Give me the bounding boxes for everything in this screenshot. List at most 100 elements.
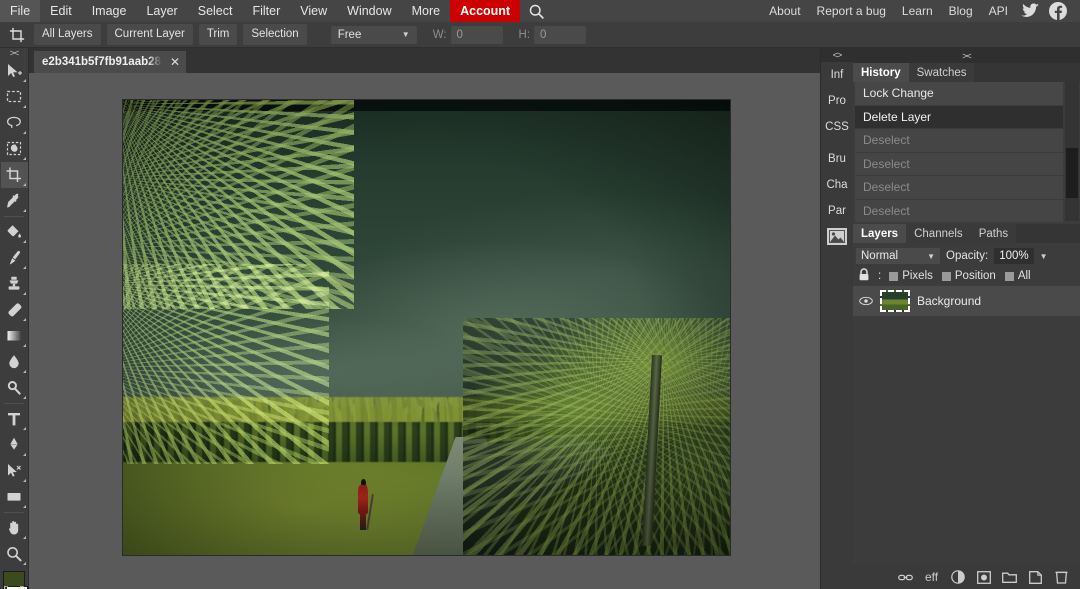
tool-expand-corner[interactable]: [22, 479, 26, 482]
tool-expand-corner[interactable]: [22, 453, 26, 456]
zoom-tool[interactable]: [1, 541, 28, 567]
tool-expand-corner[interactable]: [22, 562, 26, 565]
dodge-tool[interactable]: [1, 375, 28, 401]
opacity-chevron-down-icon[interactable]: ▼: [1040, 252, 1048, 261]
history-item[interactable]: Deselect: [855, 199, 1063, 222]
crop-height-input[interactable]: 0: [534, 25, 587, 44]
history-item[interactable]: Delete Layer: [855, 105, 1063, 128]
dock-tab-paragraph[interactable]: Par: [821, 198, 854, 224]
layer-visibility-eye-icon[interactable]: [859, 296, 873, 306]
tab-swatches[interactable]: Swatches: [908, 63, 975, 82]
eraser-tool[interactable]: [1, 297, 28, 323]
crop-width-field[interactable]: W: 0: [433, 25, 503, 44]
tool-expand-corner[interactable]: [22, 396, 26, 399]
menu-edit[interactable]: Edit: [40, 0, 82, 22]
right-panel-grip[interactable]: ><: [853, 48, 1080, 63]
history-item[interactable]: Deselect: [855, 129, 1063, 152]
layer-name[interactable]: Background: [917, 294, 981, 308]
menu-image[interactable]: Image: [82, 0, 137, 22]
crop-height-field[interactable]: H: 0: [519, 25, 587, 44]
opacity-value[interactable]: 100%: [994, 248, 1034, 264]
history-panel[interactable]: Lock Change Delete Layer Deselect Deselect D…: [853, 82, 1080, 222]
tool-expand-corner[interactable]: [22, 344, 26, 347]
history-item[interactable]: Deselect: [855, 176, 1063, 199]
tool-expand-corner[interactable]: [22, 240, 26, 243]
menu-layer[interactable]: Layer: [136, 0, 187, 22]
tab-layers[interactable]: Layers: [853, 224, 907, 243]
current-layer-button[interactable]: Current Layer: [106, 24, 193, 45]
tab-history[interactable]: History: [853, 63, 909, 82]
paint-bucket-tool[interactable]: [1, 219, 28, 245]
tool-expand-corner[interactable]: [22, 370, 26, 373]
menu-select[interactable]: Select: [188, 0, 243, 22]
menu-window[interactable]: Window: [337, 0, 401, 22]
color-swatches[interactable]: F D: [1, 571, 28, 589]
clone-stamp-tool[interactable]: [1, 271, 28, 297]
lock-position-checkbox[interactable]: Position: [941, 270, 996, 282]
toolbar-grip[interactable]: ><: [0, 48, 28, 58]
tool-expand-corner[interactable]: [22, 183, 26, 186]
lasso-tool[interactable]: [1, 110, 28, 136]
document-canvas-image[interactable]: [123, 100, 730, 555]
tool-expand-corner[interactable]: [22, 505, 26, 508]
tool-expand-corner[interactable]: [22, 536, 26, 539]
tool-expand-corner[interactable]: [22, 209, 26, 212]
menu-more[interactable]: More: [402, 0, 450, 22]
blend-mode-select[interactable]: Normal ▼: [856, 248, 940, 264]
gradient-tool[interactable]: [1, 323, 28, 349]
history-scrollbar-thumb[interactable]: [1066, 148, 1078, 198]
tab-channels[interactable]: Channels: [906, 224, 971, 243]
crop-tool[interactable]: [0, 162, 28, 188]
layer-row[interactable]: Background: [853, 286, 1080, 316]
type-tool[interactable]: [1, 406, 28, 432]
adjustment-layer-icon[interactable]: [950, 570, 965, 585]
menu-file[interactable]: File: [0, 0, 41, 22]
all-layers-button[interactable]: All Layers: [34, 24, 101, 45]
history-item[interactable]: Deselect: [855, 152, 1063, 175]
dock-tab-info[interactable]: Inf: [821, 62, 854, 88]
dock-tab-brushes[interactable]: Bru: [821, 146, 854, 172]
history-scrollbar[interactable]: [1065, 82, 1079, 221]
facebook-icon[interactable]: [1044, 2, 1072, 20]
checkbox-box[interactable]: [1004, 271, 1014, 281]
close-icon[interactable]: ✕: [170, 55, 180, 69]
dock-tab-css[interactable]: CSS: [821, 114, 854, 140]
menu-search-button[interactable]: [520, 3, 553, 20]
history-item[interactable]: Lock Change: [855, 82, 1063, 105]
tool-expand-corner[interactable]: [22, 157, 26, 160]
menu-api[interactable]: API: [981, 0, 1016, 22]
delete-layer-icon[interactable]: [1054, 570, 1069, 585]
lock-all-checkbox[interactable]: All: [1004, 270, 1031, 282]
tool-expand-corner[interactable]: [22, 105, 26, 108]
tool-expand-corner[interactable]: [22, 427, 26, 430]
eyedropper-tool[interactable]: [1, 188, 28, 214]
rectangular-marquee-tool[interactable]: [1, 84, 28, 110]
layer-mask-icon[interactable]: [976, 570, 991, 585]
pen-tool[interactable]: [1, 432, 28, 458]
new-group-icon[interactable]: [1002, 570, 1017, 585]
dock-tab-character[interactable]: Cha: [821, 172, 854, 198]
crop-width-input[interactable]: 0: [450, 25, 503, 44]
tool-expand-corner[interactable]: [22, 318, 26, 321]
path-select-tool[interactable]: [1, 458, 28, 484]
twitter-icon[interactable]: [1016, 3, 1044, 19]
shape-tool[interactable]: [1, 484, 28, 510]
layer-effects-icon[interactable]: eff: [924, 570, 939, 585]
tool-expand-corner[interactable]: [22, 266, 26, 269]
layer-list[interactable]: Background: [853, 286, 1080, 565]
blur-tool[interactable]: [1, 349, 28, 375]
magic-wand-tool[interactable]: [1, 136, 28, 162]
canvas-area[interactable]: [29, 73, 820, 589]
tool-expand-corner[interactable]: [22, 292, 26, 295]
selection-button[interactable]: Selection: [243, 24, 307, 45]
tab-paths[interactable]: Paths: [970, 224, 1017, 243]
tool-expand-corner[interactable]: [22, 79, 26, 82]
dock-strip-grip[interactable]: <>: [821, 48, 853, 62]
document-tab[interactable]: e2b341b5f7fb91aab28d ✕: [34, 51, 187, 73]
crop-ratio-select[interactable]: Free ▼: [330, 25, 417, 44]
checkbox-box[interactable]: [941, 271, 951, 281]
hand-tool[interactable]: [1, 515, 28, 541]
layer-thumbnail[interactable]: [880, 290, 910, 312]
menu-account[interactable]: Account: [450, 0, 521, 22]
menu-filter[interactable]: Filter: [242, 0, 290, 22]
